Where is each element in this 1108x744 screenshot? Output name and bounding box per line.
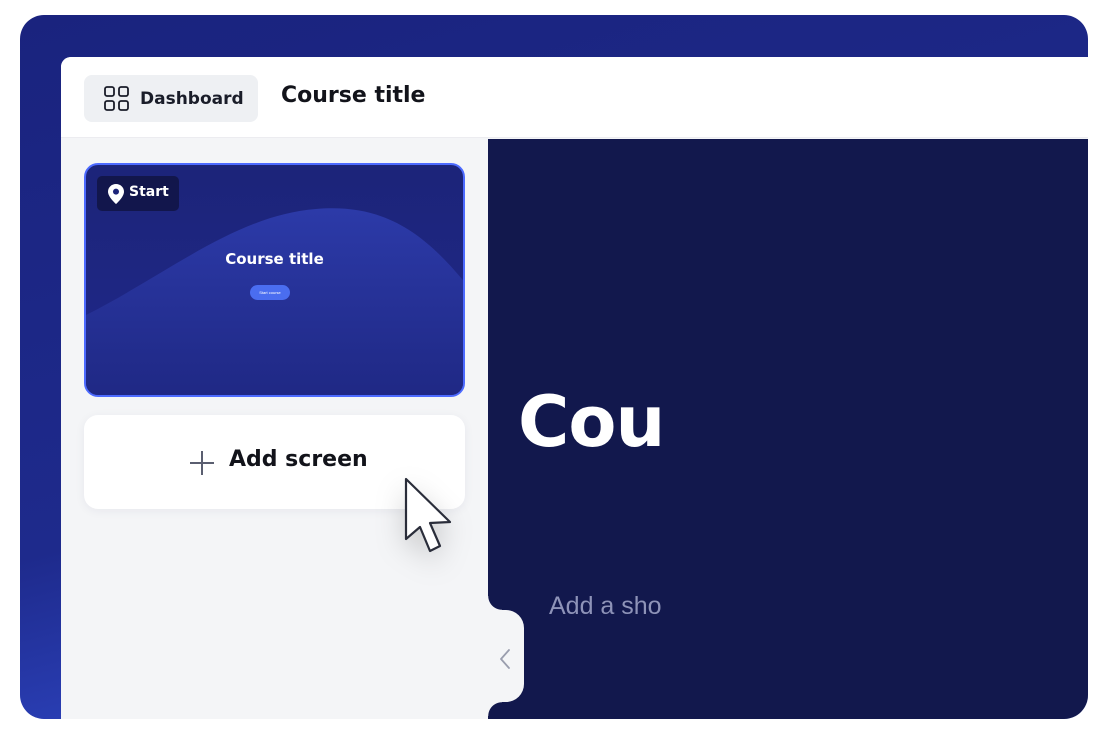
plus-icon: [190, 451, 214, 475]
thumbnail-start-button: Start course: [250, 285, 290, 300]
mouse-pointer-icon: [404, 477, 452, 553]
editor-window: Dashboard Course title Start Course titl…: [61, 57, 1088, 719]
top-bar: Dashboard Course title: [61, 57, 1088, 138]
start-badge: Start: [97, 176, 179, 211]
collapse-tab-notch-bottom: [488, 702, 502, 716]
start-badge-label: Start: [129, 184, 169, 200]
chevron-left-icon: [500, 649, 510, 669]
collapse-tab-notch-top: [488, 596, 502, 610]
course-title[interactable]: Course title: [281, 83, 425, 108]
grid-icon: [104, 86, 129, 111]
slide-title-text[interactable]: Cou: [518, 381, 665, 463]
slide-subtitle-text[interactable]: Add a sho: [549, 592, 662, 621]
screens-sidebar: Start Course title Start course Add scre…: [61, 139, 488, 719]
dashboard-label: Dashboard: [140, 89, 244, 109]
location-pin-icon: [108, 184, 124, 204]
collapse-sidebar-button[interactable]: [488, 610, 524, 702]
thumbnail-title: Course title: [225, 250, 324, 268]
dashboard-button[interactable]: Dashboard: [84, 75, 258, 122]
app-frame: Dashboard Course title Start Course titl…: [20, 15, 1088, 719]
screen-thumbnail-start[interactable]: Start Course title Start course: [84, 163, 465, 397]
add-screen-label: Add screen: [229, 447, 368, 472]
